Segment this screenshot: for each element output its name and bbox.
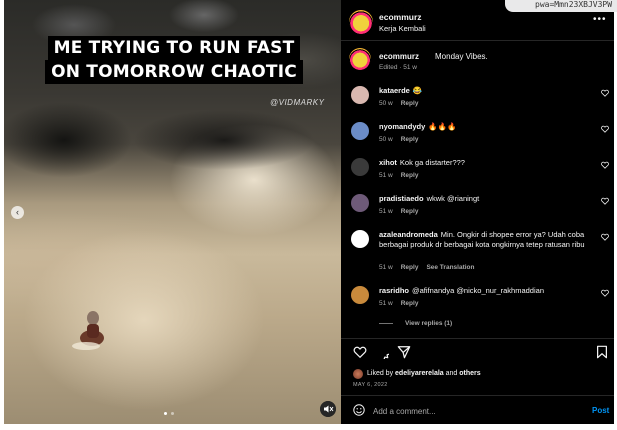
reply-button[interactable]: Reply bbox=[401, 300, 419, 307]
comment-body: azaleandromeda Min. Ongkir di shopee erro… bbox=[379, 230, 597, 250]
post-comment-button[interactable]: Post bbox=[592, 406, 609, 415]
liker-username[interactable]: edeliyarerelala bbox=[395, 370, 444, 377]
comment-text: Kok ga distarter??? bbox=[399, 158, 465, 167]
comment-body: nyomandydy 🔥🔥🔥 bbox=[379, 122, 597, 132]
replies-line bbox=[379, 322, 393, 324]
commenter-avatar[interactable] bbox=[351, 194, 369, 212]
overlay-line-1: ME TRYING TO RUN FAST bbox=[47, 36, 301, 60]
commenter-avatar[interactable] bbox=[351, 158, 369, 176]
liker-avatar[interactable] bbox=[353, 369, 363, 379]
likes-others-link[interactable]: others bbox=[459, 370, 480, 377]
add-comment-input[interactable] bbox=[373, 404, 573, 418]
mute-toggle-button[interactable] bbox=[320, 401, 336, 417]
commenter-avatar[interactable] bbox=[351, 286, 369, 304]
comment-text: @afifnandya @nicko_nur_rakhmaddian bbox=[412, 286, 544, 295]
comment-item: xihot Kok ga distarter??? 51 w Reply bbox=[341, 158, 614, 192]
comment-meta: 51 w Reply bbox=[379, 172, 426, 179]
comment-meta: 51 w Reply bbox=[379, 208, 426, 215]
like-comment-heart-icon[interactable] bbox=[601, 125, 609, 133]
comment-meta: 50 w Reply bbox=[379, 100, 426, 107]
like-comment-heart-icon[interactable] bbox=[601, 289, 609, 297]
comment-icon[interactable] bbox=[375, 345, 389, 359]
view-replies-button[interactable]: View replies (1) bbox=[379, 320, 452, 327]
comment-age: 51 w bbox=[379, 172, 393, 179]
carousel-dots bbox=[164, 412, 174, 415]
bookmark-icon[interactable] bbox=[595, 345, 609, 359]
likes-prefix: Liked by bbox=[367, 370, 394, 377]
caption-text: Monday Vibes. bbox=[435, 52, 488, 61]
see-translation-button[interactable]: See Translation bbox=[426, 264, 474, 271]
commenter-username[interactable]: pradistiaedo bbox=[379, 194, 424, 203]
commenter-avatar[interactable] bbox=[351, 86, 369, 104]
video-overlay-text: ME TRYING TO RUN FAST ON TOMORROW CHAOTI… bbox=[24, 36, 324, 84]
comment-item: rasridho @afifnandya @nicko_nur_rakhmaddi… bbox=[341, 286, 614, 320]
video-watermark: @VIDMARKY bbox=[270, 98, 325, 107]
commenter-username[interactable]: azaleandromeda bbox=[379, 230, 438, 239]
comment-meta: 50 w Reply bbox=[379, 136, 426, 143]
emoji-icon[interactable] bbox=[353, 404, 365, 416]
comment-item: nyomandydy 🔥🔥🔥 50 w Reply bbox=[341, 122, 614, 156]
more-options-icon[interactable]: ••• bbox=[593, 14, 607, 25]
likes-summary[interactable]: Liked by edeliyarerelala and others bbox=[367, 370, 481, 377]
send-icon[interactable] bbox=[397, 345, 411, 359]
comment-age: 50 w bbox=[379, 136, 393, 143]
browser-url-fragment: pwa=Mmn23XBJV3PW bbox=[505, 0, 617, 12]
likes-and: and bbox=[445, 370, 458, 377]
commenter-username[interactable]: rasridho bbox=[379, 286, 409, 295]
video-player[interactable]: ME TRYING TO RUN FAST ON TOMORROW CHAOTI… bbox=[4, 0, 341, 424]
comment-body: kataerde 😂 bbox=[379, 86, 597, 96]
reply-button[interactable]: Reply bbox=[401, 136, 419, 143]
like-comment-heart-icon[interactable] bbox=[601, 161, 609, 169]
post-side-panel: ecommurz Kerja Kembali ••• ecommurz Mond… bbox=[341, 0, 614, 424]
heart-icon[interactable] bbox=[353, 345, 367, 359]
comment-age: 51 w bbox=[379, 208, 393, 215]
actions-divider bbox=[341, 338, 614, 339]
like-comment-heart-icon[interactable] bbox=[601, 89, 609, 97]
comment-item: kataerde 😂 50 w Reply bbox=[341, 86, 614, 120]
commenter-username[interactable]: xihot bbox=[379, 158, 397, 167]
commenter-avatar[interactable] bbox=[351, 122, 369, 140]
comment-item: azaleandromeda Min. Ongkir di shopee erro… bbox=[341, 230, 614, 280]
like-comment-heart-icon[interactable] bbox=[601, 197, 609, 205]
kayaker-figure bbox=[72, 311, 104, 350]
overlay-line-2: ON TOMORROW CHAOTIC bbox=[45, 60, 303, 84]
carousel-dot bbox=[171, 412, 174, 415]
commenter-username[interactable]: kataerde bbox=[379, 86, 410, 95]
carousel-dot-active bbox=[164, 412, 167, 415]
comment-meta: 51 w Reply See Translation bbox=[379, 264, 482, 271]
post-modal: ME TRYING TO RUN FAST ON TOMORROW CHAOTI… bbox=[4, 0, 614, 424]
commenter-avatar[interactable] bbox=[351, 230, 369, 248]
comment-text: wkwk @rianingt bbox=[426, 194, 480, 203]
comment-body: rasridho @afifnandya @nicko_nur_rakhmaddi… bbox=[379, 286, 597, 296]
post-location[interactable]: Kerja Kembali bbox=[379, 24, 426, 33]
previous-media-button[interactable]: ‹ bbox=[11, 206, 24, 219]
comment-body: xihot Kok ga distarter??? bbox=[379, 158, 597, 168]
comment-age: 51 w bbox=[379, 300, 393, 307]
comment-body: pradistiaedo wkwk @rianingt bbox=[379, 194, 597, 204]
comment-text: 😂 bbox=[412, 86, 423, 95]
post-date: MAY 6, 2022 bbox=[353, 382, 388, 388]
like-comment-heart-icon[interactable] bbox=[601, 233, 609, 241]
comment-text: 🔥🔥🔥 bbox=[428, 122, 457, 131]
caption-avatar[interactable] bbox=[349, 48, 371, 70]
reply-button[interactable]: Reply bbox=[401, 172, 419, 179]
comment-item: pradistiaedo wkwk @rianingt 51 w Reply bbox=[341, 194, 614, 228]
author-avatar[interactable] bbox=[349, 10, 373, 34]
reply-button[interactable]: Reply bbox=[401, 264, 419, 271]
reply-button[interactable]: Reply bbox=[401, 208, 419, 215]
caption-username[interactable]: ecommurz bbox=[379, 52, 419, 61]
comment-divider bbox=[341, 395, 614, 396]
caption-meta: Edited · 51 w bbox=[379, 64, 417, 71]
author-username[interactable]: ecommurz bbox=[379, 12, 422, 22]
commenter-username[interactable]: nyomandydy bbox=[379, 122, 425, 131]
comment-age: 51 w bbox=[379, 264, 393, 271]
reply-button[interactable]: Reply bbox=[401, 100, 419, 107]
header-divider bbox=[341, 40, 614, 41]
comment-meta: 51 w Reply bbox=[379, 300, 426, 307]
comment-age: 50 w bbox=[379, 100, 393, 107]
